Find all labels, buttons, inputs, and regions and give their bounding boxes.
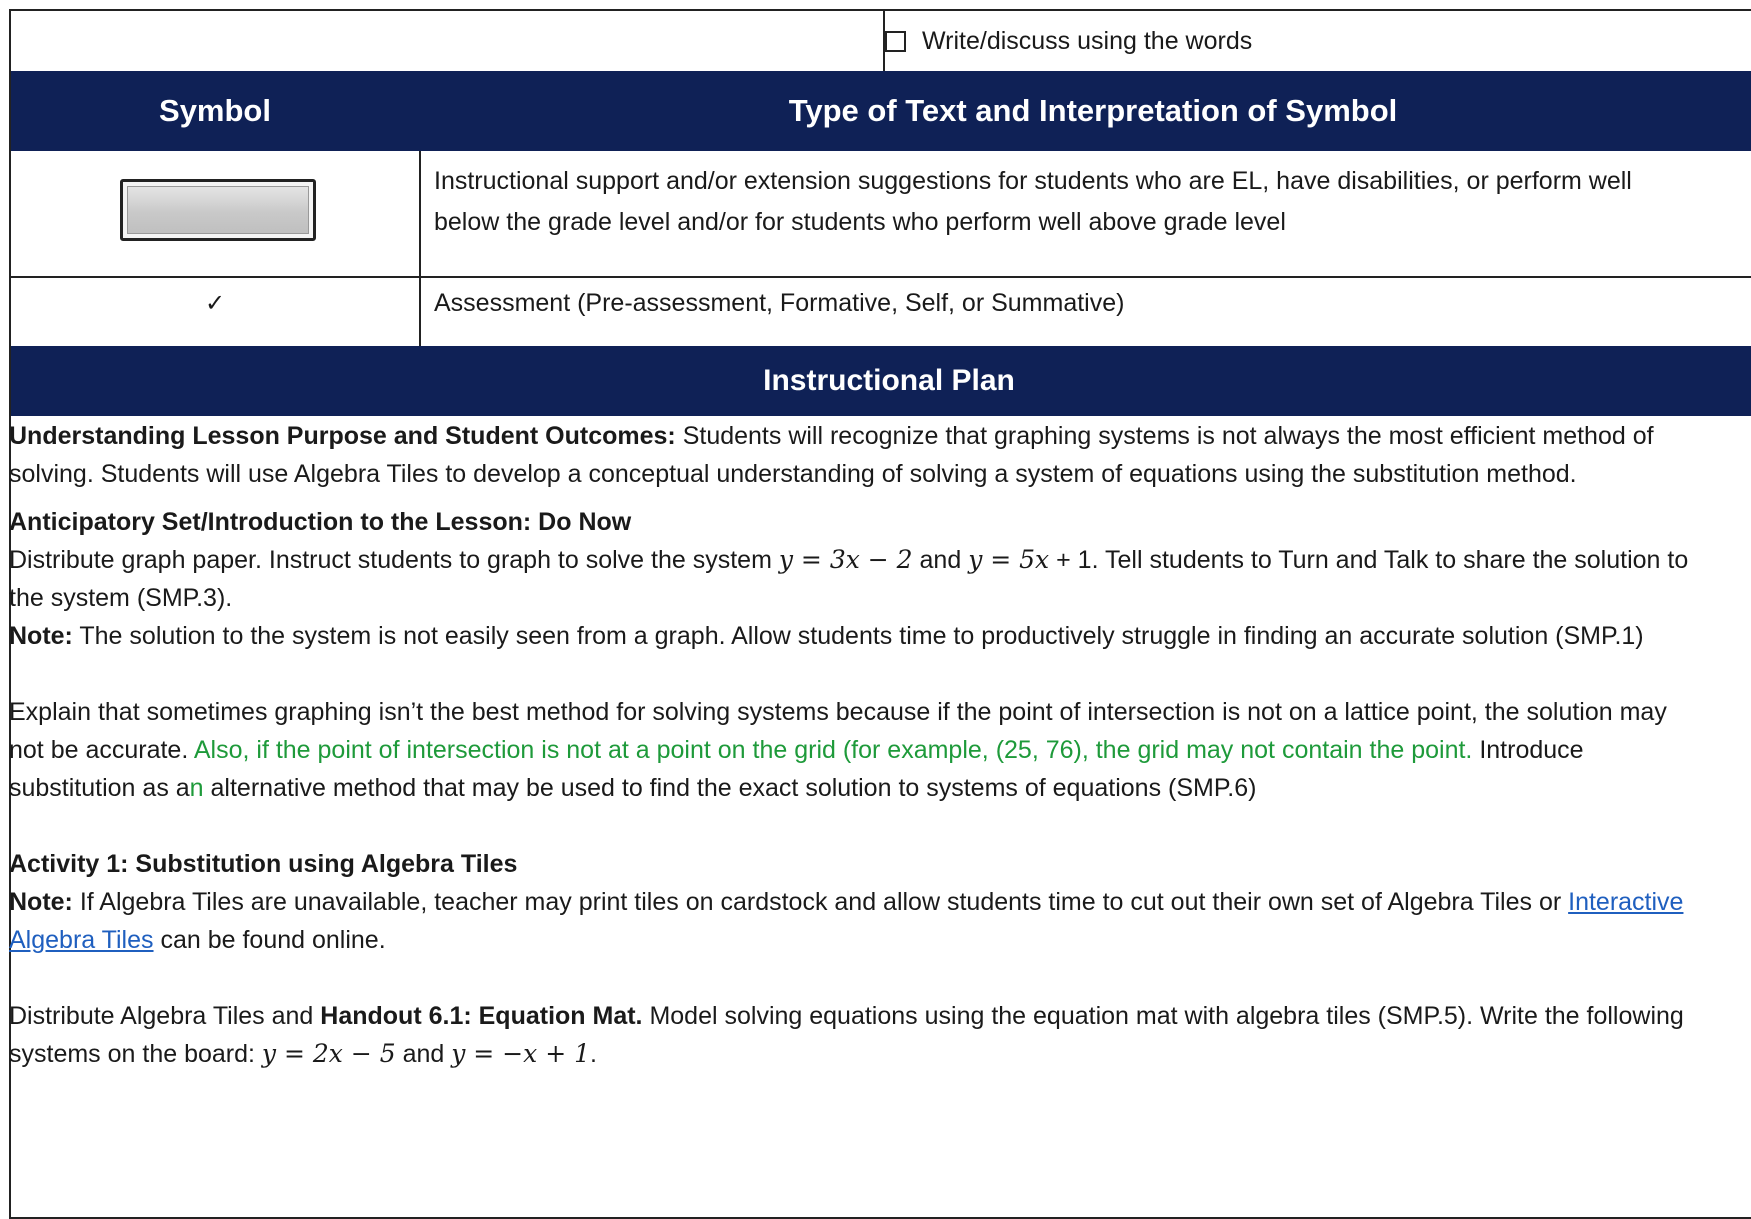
support-description: Instructional support and/or extension s… bbox=[434, 167, 1632, 236]
explain-paragraph: Explain that sometimes graphing isn’t th… bbox=[9, 698, 1667, 802]
anticipatory-heading: Anticipatory Set/Introduction to the Les… bbox=[9, 508, 632, 536]
gray-button-icon bbox=[120, 179, 316, 241]
divider bbox=[419, 151, 421, 276]
equation: y = −x + 1 bbox=[451, 1039, 590, 1068]
green-text: Also, if the point of intersection is no… bbox=[193, 736, 1473, 764]
equation: y = 3x − 2 bbox=[778, 545, 913, 574]
activity-note-paragraph: Note: If Algebra Tiles are unavailable, … bbox=[9, 888, 1684, 954]
symbol-row-assessment: ✓ Assessment (Pre-assessment, Formative,… bbox=[11, 276, 1751, 346]
equation: y = 2x − 5 bbox=[261, 1039, 396, 1068]
checkbox[interactable] bbox=[885, 30, 906, 52]
distribute-paragraph: Distribute Algebra Tiles and Handout 6.1… bbox=[9, 1002, 1684, 1068]
top-row: Write/discuss using the words bbox=[11, 11, 1751, 71]
assessment-description: Assessment (Pre-assessment, Formative, S… bbox=[434, 289, 1125, 317]
plan-content: Understanding Lesson Purpose and Student… bbox=[9, 417, 1699, 1073]
symbol-table-header: Symbol Type of Text and Interpretation o… bbox=[11, 71, 1751, 151]
anticipatory-paragraph: Distribute graph paper. Instruct student… bbox=[9, 545, 1689, 612]
activity-heading: Activity 1: Substitution using Algebra T… bbox=[9, 850, 518, 878]
plan-title: Instructional Plan bbox=[763, 364, 1015, 397]
equation: y = 5x bbox=[968, 545, 1050, 574]
purpose-paragraph: Understanding Lesson Purpose and Student… bbox=[9, 417, 1699, 493]
checkbox-label: Write/discuss using the words bbox=[922, 26, 1253, 55]
symbol-row-support: Instructional support and/or extension s… bbox=[11, 151, 1751, 276]
header-symbol: Symbol bbox=[159, 93, 271, 128]
purpose-heading: Understanding Lesson Purpose and Student… bbox=[9, 422, 676, 450]
note-paragraph: Note: The solution to the system is not … bbox=[9, 622, 1644, 650]
header-type: Type of Text and Interpretation of Symbo… bbox=[788, 93, 1398, 128]
checkmark-icon: ✓ bbox=[204, 290, 226, 317]
checkbox-cell: Write/discuss using the words bbox=[885, 11, 1252, 71]
instructional-plan-header: Instructional Plan bbox=[11, 346, 1751, 416]
divider bbox=[419, 276, 421, 346]
